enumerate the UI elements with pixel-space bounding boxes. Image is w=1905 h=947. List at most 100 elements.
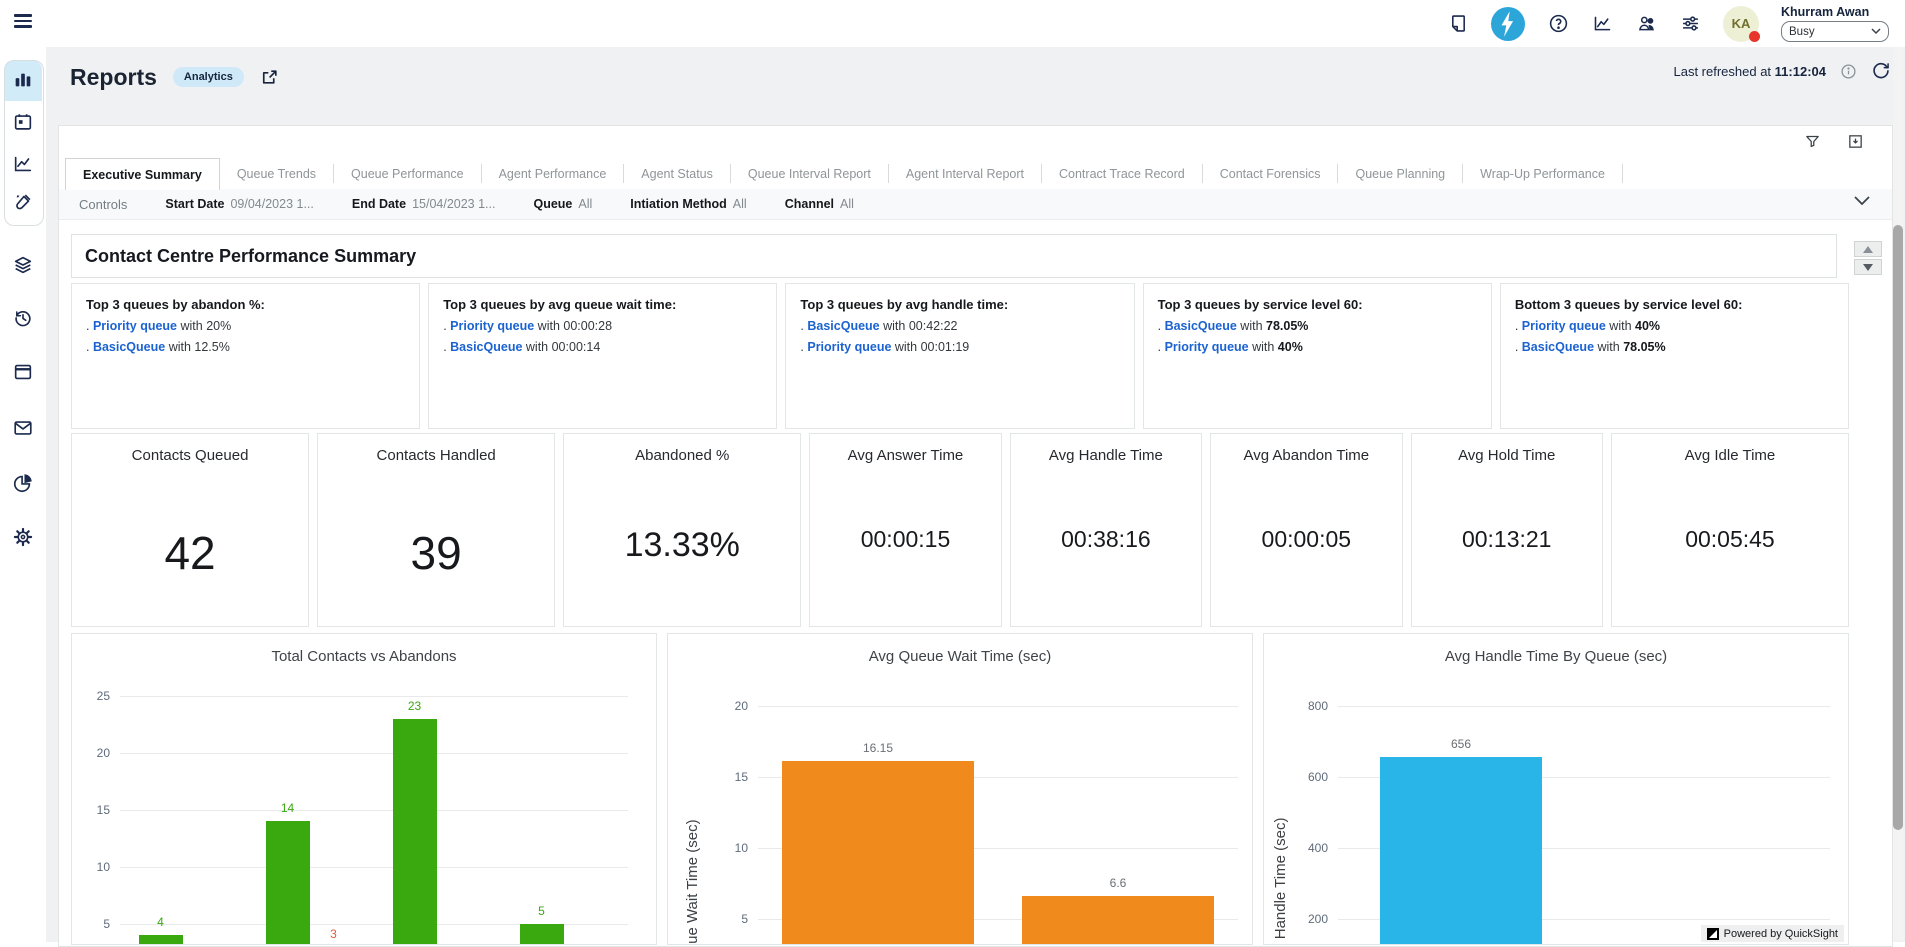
chart-bar-total-contacts[interactable] [393, 719, 437, 944]
queue-link[interactable]: BasicQueue [1522, 340, 1594, 354]
kpi-value: 39 [318, 526, 554, 580]
filter-channel[interactable]: ChannelAll [785, 197, 854, 211]
hamburger-icon[interactable] [14, 14, 32, 30]
kpi-value: 42 [72, 526, 308, 580]
mail-icon[interactable] [12, 417, 34, 439]
metrics-icon[interactable] [1591, 13, 1613, 35]
chart-bar-total-contacts[interactable] [139, 935, 183, 944]
kpi-card-avg-abandon-time: Avg Abandon Time00:00:05 [1210, 433, 1402, 627]
tab-queue-performance[interactable]: Queue Performance [334, 164, 482, 183]
sliders-icon[interactable] [1679, 13, 1701, 35]
kpi-label: Avg Hold Time [1412, 447, 1602, 464]
kpi-value: 00:00:05 [1211, 526, 1401, 553]
bar-value-label: 4 [126, 915, 196, 929]
queue-link[interactable]: BasicQueue [1165, 319, 1237, 333]
y-tick-label: 5 [700, 912, 748, 926]
queue-link[interactable]: Priority queue [807, 340, 891, 354]
info-icon[interactable] [1840, 63, 1857, 80]
y-tick-label: 20 [700, 699, 748, 713]
window-icon[interactable] [12, 361, 34, 383]
filter-name: Queue [533, 197, 572, 211]
controls-collapse-chevron-icon[interactable] [1854, 196, 1870, 206]
spinner-up-button[interactable] [1854, 241, 1882, 257]
insight-card-title: Top 3 queues by avg handle time: [800, 297, 1119, 312]
quick-actions-icon[interactable] [1491, 7, 1525, 41]
tab-contact-forensics[interactable]: Contact Forensics [1203, 164, 1339, 183]
note-icon[interactable] [1447, 13, 1469, 35]
chart-bar-avg-handle-time[interactable] [1380, 757, 1542, 944]
chart-title: Avg Handle Time By Queue (sec) [1264, 648, 1848, 665]
kpi-label: Avg Answer Time [810, 447, 1000, 464]
queue-link[interactable]: BasicQueue [450, 340, 522, 354]
gridline [120, 753, 628, 754]
chart-bar-total-contacts[interactable] [266, 821, 310, 944]
y-tick-label: 600 [1280, 770, 1328, 784]
history-icon[interactable] [12, 307, 34, 329]
insight-item: Priority queue with 00:00:28 [443, 319, 762, 333]
external-link-icon[interactable] [260, 67, 280, 87]
filter-queue[interactable]: QueueAll [533, 197, 592, 211]
tab-queue-interval-report[interactable]: Queue Interval Report [731, 164, 889, 183]
chart-title: Total Contacts vs Abandons [72, 648, 656, 665]
insight-card: Top 3 queues by avg queue wait time:Prio… [428, 283, 777, 429]
tab-executive-summary[interactable]: Executive Summary [65, 158, 220, 190]
tab-queue-trends[interactable]: Queue Trends [220, 164, 334, 183]
avatar[interactable]: KA [1723, 6, 1759, 42]
chart-bar-total-contacts[interactable] [520, 924, 564, 944]
filter-icon[interactable] [1804, 133, 1821, 150]
insight-card: Top 3 queues by abandon %:Priority queue… [71, 283, 420, 429]
y-axis-label: Avg Queue Wait Time (sec) [684, 819, 701, 945]
download-icon[interactable] [1847, 133, 1864, 150]
filter-name: Channel [785, 197, 834, 211]
queue-link[interactable]: Priority queue [93, 319, 177, 333]
status-select[interactable]: Busy [1781, 21, 1889, 42]
insight-value: 00:42:22 [909, 319, 958, 333]
bar-value-label: 16.15 [843, 741, 913, 755]
queue-link[interactable]: Priority queue [450, 319, 534, 333]
filter-name: Start Date [165, 197, 224, 211]
queue-link[interactable]: Priority queue [1522, 319, 1606, 333]
tab-agent-performance[interactable]: Agent Performance [482, 164, 625, 183]
calendar-icon[interactable] [12, 111, 34, 133]
filter-intiation-method[interactable]: Intiation MethodAll [630, 197, 746, 211]
bar-chart-icon[interactable] [12, 69, 34, 91]
queue-link[interactable]: BasicQueue [807, 319, 879, 333]
spinner-down-button[interactable] [1854, 259, 1882, 275]
scrollbar-thumb[interactable] [1893, 225, 1903, 830]
pie-chart-icon[interactable] [12, 472, 34, 494]
tab-agent-interval-report[interactable]: Agent Interval Report [889, 164, 1042, 183]
insight-value: 00:01:19 [921, 340, 970, 354]
kpi-value: 13.33% [564, 526, 800, 565]
queue-link[interactable]: Priority queue [1165, 340, 1249, 354]
report-tabs: Executive SummaryQueue TrendsQueue Perfo… [65, 158, 1832, 190]
queue-link[interactable]: BasicQueue [93, 340, 165, 354]
insight-cards-row: Top 3 queues by abandon %:Priority queue… [71, 283, 1849, 429]
chart-bar-avg-queue-wait-time[interactable] [782, 761, 974, 944]
kpi-value: 00:38:16 [1011, 526, 1201, 553]
tab-agent-status[interactable]: Agent Status [624, 164, 731, 183]
tab-contract-trace-record[interactable]: Contract Trace Record [1042, 164, 1203, 183]
brush-icon[interactable] [12, 191, 34, 213]
insight-value: 12.5% [194, 340, 229, 354]
bar-value-label: 14 [253, 801, 323, 815]
chart-bar-avg-queue-wait-time[interactable] [1022, 896, 1214, 944]
tab-wrap-up-performance[interactable]: Wrap-Up Performance [1463, 164, 1623, 183]
tab-queue-planning[interactable]: Queue Planning [1338, 164, 1463, 183]
y-tick-label: 10 [71, 860, 110, 874]
controls-label: Controls [79, 197, 127, 212]
status-dot [1749, 31, 1760, 42]
gear-icon[interactable] [12, 526, 34, 548]
kpi-label: Avg Idle Time [1612, 447, 1848, 464]
last-refreshed-text: Last refreshed at 11:12:04 [1673, 64, 1826, 79]
refresh-icon[interactable] [1871, 61, 1891, 81]
help-icon[interactable] [1547, 13, 1569, 35]
agents-icon[interactable] [1635, 13, 1657, 35]
line-chart-icon[interactable] [12, 153, 34, 175]
page-title: Reports [70, 64, 157, 91]
layers-icon[interactable] [12, 254, 34, 276]
kpi-label: Contacts Handled [318, 447, 554, 464]
insight-item: BasicQueue with 78.05% [1158, 319, 1477, 333]
filter-start-date[interactable]: Start Date09/04/2023 1... [165, 197, 313, 211]
filter-end-date[interactable]: End Date15/04/2023 1... [352, 197, 496, 211]
user-name: Khurram Awan [1781, 5, 1889, 19]
